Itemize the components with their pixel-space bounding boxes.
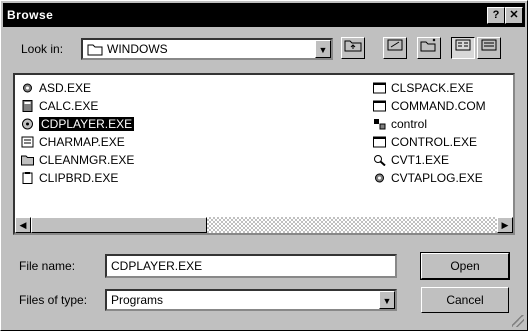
desktop-icon [387, 39, 403, 51]
close-button[interactable]: ✕ [505, 7, 523, 24]
new-folder-button[interactable] [417, 37, 441, 59]
chevron-down-icon[interactable]: ▼ [315, 40, 331, 58]
lookin-dropdown[interactable]: WINDOWS ▼ [81, 38, 333, 60]
folder-icon [21, 155, 34, 166]
file-item[interactable]: CLEANMGR.EXE [19, 151, 134, 169]
file-name: control [391, 117, 428, 131]
list-view-button[interactable] [451, 37, 475, 59]
horizontal-scrollbar[interactable]: ◀ ▶ [15, 217, 513, 233]
file-item[interactable]: CHARMAP.EXE [19, 133, 134, 151]
scroll-left-icon[interactable]: ◀ [15, 217, 31, 233]
filetype-dropdown[interactable]: Programs ▼ [105, 289, 397, 311]
file-name: CALC.EXE [39, 99, 99, 113]
gear-icon [375, 173, 384, 183]
cancel-button[interactable]: Cancel [421, 287, 509, 313]
help-button[interactable]: ? [487, 7, 505, 24]
file-name: CLIPBRD.EXE [39, 171, 119, 185]
search-icon [374, 155, 386, 166]
new-folder-icon [420, 38, 436, 52]
filename-label: File name: [19, 259, 76, 273]
file-item[interactable]: CVTAPLOG.EXE [371, 169, 486, 187]
filetype-label: Files of type: [19, 293, 88, 307]
up-one-level-button[interactable] [341, 37, 365, 59]
desktop-button[interactable] [383, 37, 407, 59]
filename-field[interactable]: CDPLAYER.EXE [105, 254, 397, 278]
folder-icon [87, 44, 103, 56]
file-name: CONTROL.EXE [391, 135, 478, 149]
gear-icon [23, 83, 32, 93]
file-name: CLEANMGR.EXE [39, 153, 135, 167]
file-name: CVT1.EXE [391, 153, 450, 167]
file-column-right: CLSPACK.EXE COMMAND.COM control CONTROL.EXE… [371, 79, 486, 187]
cd-icon [22, 118, 33, 130]
up-folder-icon [344, 40, 362, 52]
title-bar: Browse ? ✕ [3, 3, 525, 27]
file-name: CVTAPLOG.EXE [391, 171, 483, 185]
file-list[interactable]: ASD.EXE CALC.EXE CDPLAYER.EXE CHARMAP.EXE CL… [13, 73, 515, 235]
file-name: CHARMAP.EXE [39, 135, 125, 149]
file-item[interactable]: CALC.EXE [19, 97, 134, 115]
control-icon [374, 119, 386, 130]
scroll-right-icon[interactable]: ▶ [497, 217, 513, 233]
open-button[interactable]: Open [420, 252, 510, 280]
file-item[interactable]: CDPLAYER.EXE [19, 115, 135, 133]
file-name: CLSPACK.EXE [391, 81, 474, 95]
calculator-icon [22, 100, 33, 112]
clipboard-icon [22, 172, 33, 184]
file-column-left: ASD.EXE CALC.EXE CDPLAYER.EXE CHARMAP.EXE CL… [19, 79, 134, 187]
lookin-label: Look in: [21, 42, 64, 56]
file-item[interactable]: ASD.EXE [19, 79, 134, 97]
file-item[interactable]: COMMAND.COM [371, 97, 486, 115]
window-icon [373, 100, 386, 112]
window-icon [373, 136, 386, 148]
chevron-down-icon[interactable]: ▼ [379, 291, 395, 309]
details-view-button[interactable] [477, 37, 501, 59]
resize-grip-icon[interactable] [512, 315, 524, 327]
list-icon [455, 39, 471, 51]
scroll-thumb[interactable] [31, 217, 207, 233]
filetype-value: Programs [111, 293, 164, 307]
filename-value: CDPLAYER.EXE [111, 259, 203, 273]
browse-dialog: Browse ? ✕ Look in: WINDOWS ▼ ASD.EXE CAL… [0, 0, 528, 331]
file-item[interactable]: control [371, 115, 486, 133]
file-item[interactable]: CLSPACK.EXE [371, 79, 486, 97]
window-icon [373, 82, 386, 94]
file-name: COMMAND.COM [391, 99, 486, 113]
dialog-title: Browse [7, 8, 54, 22]
file-name: CDPLAYER.EXE [39, 117, 135, 131]
lookin-value: WINDOWS [107, 42, 168, 56]
file-item[interactable]: CONTROL.EXE [371, 133, 486, 151]
file-item[interactable]: CVT1.EXE [371, 151, 486, 169]
details-icon [481, 39, 497, 51]
charmap-icon [21, 136, 34, 148]
file-item[interactable]: CLIPBRD.EXE [19, 169, 134, 187]
file-name: ASD.EXE [39, 81, 92, 95]
